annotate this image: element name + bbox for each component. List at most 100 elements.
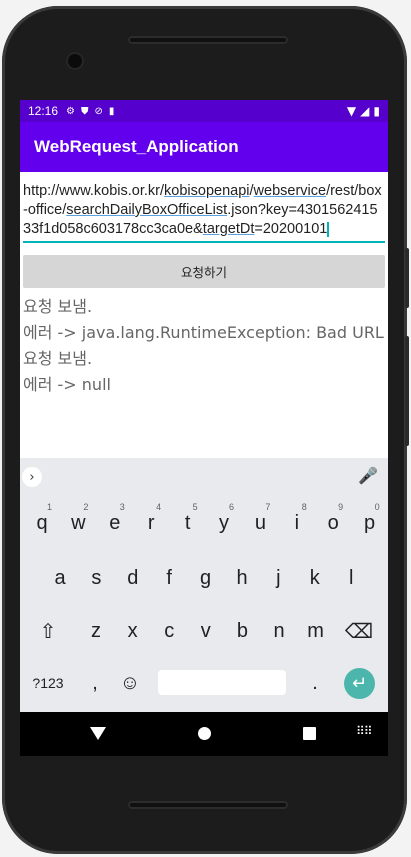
key-c[interactable]: c <box>151 606 187 656</box>
do-not-disturb-icon: ⊘ <box>94 105 103 117</box>
key-y[interactable]: y6 <box>206 498 242 548</box>
log-line: 에러 -> null <box>23 375 111 394</box>
app-bar: WebRequest_Application <box>20 122 388 172</box>
power-button <box>405 248 409 308</box>
request-button[interactable]: 요청하기 <box>23 255 385 288</box>
key-h[interactable]: h <box>224 553 260 603</box>
home-icon[interactable] <box>198 727 211 740</box>
key-i-hint: 8 <box>301 502 307 512</box>
key-v-label: v <box>200 619 211 642</box>
key-z[interactable]: z <box>78 606 114 656</box>
key-q[interactable]: q1 <box>24 498 60 548</box>
top-speaker <box>128 36 288 44</box>
key-n[interactable]: n <box>261 606 297 656</box>
key-x[interactable]: x <box>115 606 151 656</box>
front-camera-icon <box>68 54 82 68</box>
url-segment: =20200101 <box>254 221 328 237</box>
back-icon[interactable] <box>90 727 106 740</box>
log-line: 에러 -> java.lang.RuntimeException: Bad UR… <box>23 323 384 342</box>
microphone-icon[interactable]: 🎤 <box>358 466 378 485</box>
key-x-label: x <box>127 619 138 642</box>
wifi-icon: ▼ <box>346 104 357 118</box>
key-u-hint: 7 <box>265 502 271 512</box>
key-p-hint: 0 <box>374 502 380 512</box>
url-segment: targetDt <box>202 221 255 237</box>
url-input[interactable]: http://www.kobis.or.kr/kobisopenapi/webs… <box>23 182 385 243</box>
status-bar: 12:16 ⚙ ⛊ ⊘ ▮ ▼ ◢ ▮ <box>20 100 388 122</box>
keyboard-row-4: ?123 , ☺ . ↵ <box>20 658 388 708</box>
request-button-label: 요청하기 <box>180 265 227 280</box>
backspace-key[interactable]: ⌫ <box>338 606 380 656</box>
url-segment: http://www.kobis.or.kr/ <box>23 183 165 199</box>
key-p-label: p <box>364 511 376 534</box>
key-q-label: q <box>36 511 48 534</box>
key-r-label: r <box>147 511 155 534</box>
key-z-label: z <box>91 619 101 642</box>
main-content: http://www.kobis.or.kr/kobisopenapi/webs… <box>20 182 388 398</box>
log-line: 요청 보냄. <box>23 297 93 316</box>
key-b-label: b <box>236 619 248 642</box>
screen: 12:16 ⚙ ⛊ ⊘ ▮ ▼ ◢ ▮ WebRequest_Applicati… <box>20 100 388 712</box>
key-s-label: s <box>91 566 102 589</box>
period-key[interactable]: . <box>300 658 330 708</box>
shield-icon: ⛊ <box>81 105 89 117</box>
key-i[interactable]: i8 <box>279 498 315 548</box>
key-n-label: n <box>273 619 285 642</box>
enter-key[interactable]: ↵ <box>344 668 375 699</box>
key-w-hint: 2 <box>83 502 89 512</box>
key-k[interactable]: k <box>297 553 333 603</box>
key-o-hint: 9 <box>338 502 344 512</box>
keyboard-switch-icon[interactable]: ⠿⠿ <box>356 724 373 738</box>
log-line: 요청 보냄. <box>23 349 93 368</box>
key-h-label: h <box>236 566 248 589</box>
key-k-label: k <box>309 566 320 589</box>
key-t[interactable]: t5 <box>170 498 206 548</box>
key-w-label: w <box>71 511 86 534</box>
key-m[interactable]: m <box>298 606 334 656</box>
battery-icon: ▮ <box>373 104 380 118</box>
navigation-bar: ⠿⠿ <box>20 712 388 756</box>
key-u-label: u <box>254 511 266 534</box>
expand-toolbar-icon[interactable]: › <box>22 467 42 487</box>
key-c-label: c <box>164 619 175 642</box>
key-y-hint: 6 <box>228 502 234 512</box>
comma-key[interactable]: , <box>80 658 110 708</box>
key-r[interactable]: r4 <box>133 498 169 548</box>
key-e-label: e <box>109 511 121 534</box>
emoji-key[interactable]: ☺ <box>115 658 145 708</box>
key-a[interactable]: a <box>42 553 78 603</box>
key-q-hint: 1 <box>46 502 52 512</box>
key-j[interactable]: j <box>260 553 296 603</box>
key-v[interactable]: v <box>188 606 224 656</box>
shift-key[interactable]: ⇧ <box>28 606 68 656</box>
key-t-hint: 5 <box>192 502 198 512</box>
key-f[interactable]: f <box>151 553 187 603</box>
key-j-label: j <box>276 566 281 589</box>
key-a-label: a <box>54 566 66 589</box>
key-u[interactable]: u7 <box>242 498 278 548</box>
key-w[interactable]: w2 <box>60 498 96 548</box>
key-o[interactable]: o9 <box>315 498 351 548</box>
text-cursor <box>327 221 329 237</box>
signal-icon: ◢ <box>360 104 370 118</box>
status-time: 12:16 <box>28 104 59 118</box>
key-e[interactable]: e3 <box>97 498 133 548</box>
key-l[interactable]: l <box>333 553 369 603</box>
recents-icon[interactable] <box>303 727 316 740</box>
key-s[interactable]: s <box>78 553 114 603</box>
key-l-label: l <box>348 566 354 589</box>
volume-button <box>405 336 409 446</box>
key-m-label: m <box>307 619 324 642</box>
keyboard-row-1: q1w2e3r4t5y6u7i8o9p0 <box>20 498 388 548</box>
symbols-key[interactable]: ?123 <box>24 658 72 708</box>
key-b[interactable]: b <box>224 606 260 656</box>
key-e-hint: 3 <box>119 502 125 512</box>
space-key[interactable] <box>158 670 286 695</box>
key-i-label: i <box>294 511 300 534</box>
key-g[interactable]: g <box>188 553 224 603</box>
url-segment: kobisopenapi <box>164 183 250 199</box>
key-p[interactable]: p0 <box>352 498 388 548</box>
key-d[interactable]: d <box>115 553 151 603</box>
sd-card-icon: ▮ <box>108 105 115 117</box>
key-g-label: g <box>200 566 212 589</box>
